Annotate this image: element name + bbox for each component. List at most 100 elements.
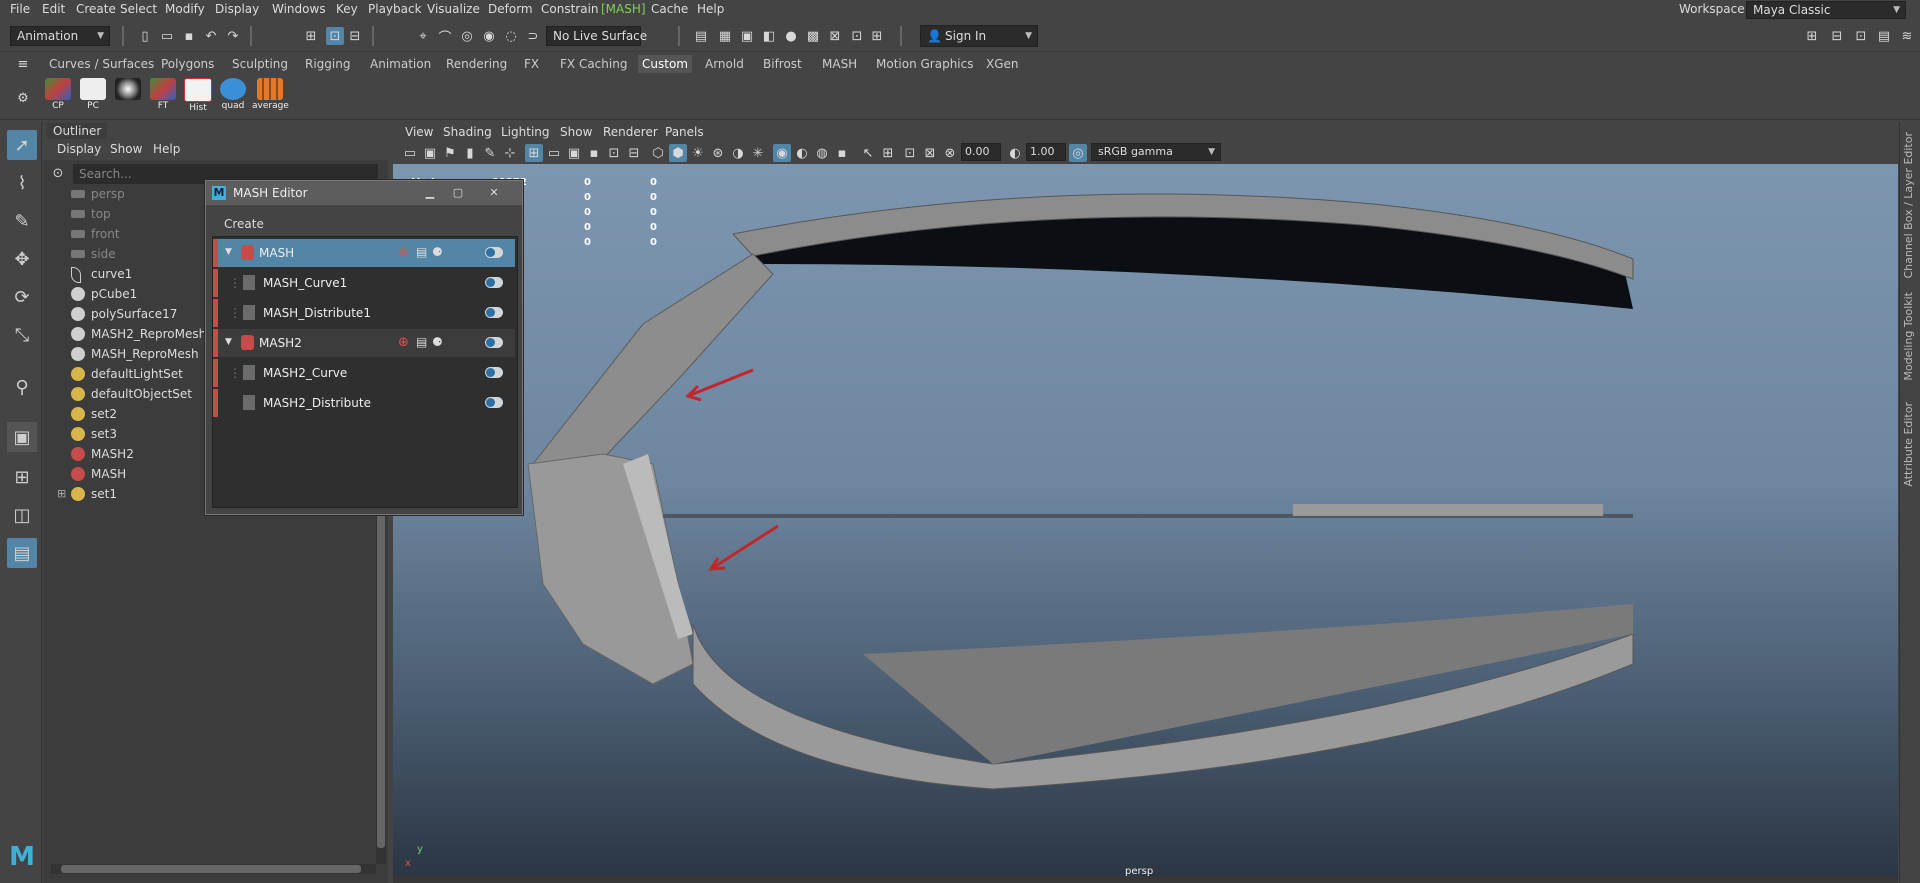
node-enable-toggle[interactable] [485,397,503,408]
exposure-field[interactable]: 0.00 [961,143,1001,161]
viewport-3d-scene[interactable]: Verts: 993720000000000 y x [393,164,1898,876]
textured-icon[interactable]: ⊛ [709,144,727,162]
scale-tool-icon[interactable]: ⤡ [7,320,37,350]
xray-icon[interactable]: ◉ [773,144,791,162]
snap-surface-icon[interactable]: ◌ [502,27,520,45]
xray-joints-icon[interactable]: ◍ [813,144,831,162]
menu-help[interactable]: Help [697,2,724,16]
shelf-tab-rigging[interactable]: Rigging [301,55,354,73]
wireframe-icon[interactable]: ⬡ [649,144,667,162]
outliner-toggle-icon[interactable]: ▤ [1875,27,1893,45]
drag-handle-icon[interactable]: ⋮ [229,366,241,380]
shelf-tab-sculpting[interactable]: Sculpting [228,55,292,73]
expand-arrow-icon[interactable]: ▼ [225,247,232,257]
shelf-button-cp[interactable]: CP [43,78,73,116]
mash-create-menu[interactable]: Create [224,217,264,231]
move-tool-icon[interactable]: ✥ [7,244,37,274]
tab-attribute-editor[interactable]: Attribute Editor [1902,402,1915,487]
camera-attributes-icon[interactable]: ▣ [421,144,439,162]
render-frame-icon[interactable]: ▦ [716,27,734,45]
shelf-menu-icon[interactable]: ≡ [14,55,32,73]
filter-icon[interactable]: ⊙ [49,164,67,182]
layout-split-icon[interactable]: ◫ [7,500,37,530]
node-enable-toggle[interactable] [485,277,503,288]
tab-modeling-toolkit[interactable]: Modeling Toolkit [1902,292,1915,381]
snap-point-icon[interactable]: ◎ [458,27,476,45]
input-ops-icon[interactable]: ▤ [692,27,710,45]
resolution-gate-icon[interactable]: ▣ [565,144,583,162]
mash-node-row[interactable]: MASH2_Distribute [213,389,515,417]
shelf-button-pc[interactable]: PC [78,78,108,116]
open-scene-icon[interactable]: ▭ [158,27,176,45]
lasso-tool-icon[interactable]: ⌇ [7,168,37,198]
viewport-menu-show[interactable]: Show [560,125,592,139]
outliner-menu-show[interactable]: Show [110,142,142,156]
snap-view-icon[interactable]: ◉ [480,27,498,45]
shelf-tab-curves-surfaces[interactable]: Curves / Surfaces [45,55,158,73]
add-node-icon[interactable]: ⊕ [398,335,409,350]
expand-icon[interactable]: ⊞ [57,484,66,504]
drag-handle-icon[interactable]: ⋮ [229,276,241,290]
layout-outliner-icon[interactable]: ▤ [7,538,37,568]
node-enable-toggle[interactable] [485,307,503,318]
mash-network-row[interactable]: ▼ MASH2 ⊕ ▤ ⚈ [213,329,515,357]
mash-network-row[interactable]: ▼ MASH ⊕ ▤ ⚈ [213,239,515,267]
sign-in-button[interactable]: 👤 Sign In ▼ [920,25,1038,47]
menu-file[interactable]: File [10,2,30,16]
ambient-occlusion-icon[interactable]: ✳ [749,144,767,162]
mash-node-row[interactable]: ⋮ MASH_Curve1 [213,269,515,297]
mash-enable-toggle[interactable] [485,337,503,348]
notes-icon[interactable]: ▤ [416,335,427,349]
menu-deform[interactable]: Deform [488,2,533,16]
layers-icon[interactable]: ≋ [1898,27,1916,45]
menuset-dropdown[interactable]: Animation ▼ [10,26,110,46]
select-hierarchy-icon[interactable]: ⊞ [302,27,320,45]
shelf-button-average[interactable]: average [252,78,289,116]
select-object-icon[interactable]: ⊡ [326,27,344,45]
outliner-menu-help[interactable]: Help [153,142,180,156]
add-node-icon[interactable]: ⊕ [398,245,409,260]
camera-icon[interactable]: ▭ [401,144,419,162]
isolate-select-icon[interactable]: ◐ [793,144,811,162]
live-surface-field[interactable]: No Live Surface [546,26,647,46]
gate-mask-icon[interactable]: ▪ [585,144,603,162]
menu-key[interactable]: Key [336,2,358,16]
outliner-menu-display[interactable]: Display [57,142,101,156]
shelf-tab-mash[interactable]: MASH [818,55,861,73]
close-icon[interactable]: ✕ [484,185,504,200]
gamma-icon[interactable]: ◐ [1006,144,1024,162]
shelf-tab-polygons[interactable]: Polygons [157,55,218,73]
viewport-menu-shading[interactable]: Shading [443,125,492,139]
snap-curve-icon[interactable]: ⌒ [436,27,454,46]
menu-select[interactable]: Select [120,2,157,16]
shadows-icon[interactable]: ◑ [729,144,747,162]
mash-enable-toggle[interactable] [485,247,503,258]
color-management-icon[interactable]: ◎ [1069,144,1087,162]
viewport-menu-view[interactable]: View [405,125,433,139]
render-settings-icon[interactable]: ◧ [760,27,778,45]
layout-single-icon[interactable]: ⊞ [1803,27,1821,45]
frame-all-icon[interactable]: ⊞ [879,144,897,162]
scrollbar-thumb[interactable] [61,865,361,873]
mash-node-row[interactable]: ⋮ MASH_Distribute1 [213,299,515,327]
menu-edit[interactable]: Edit [42,2,65,16]
notes-icon[interactable]: ▤ [416,245,427,259]
outliner-tab[interactable]: Outliner [47,123,108,139]
mash-node-row[interactable]: ⋮ MASH2_Curve [213,359,515,387]
shelf-tab-animation[interactable]: Animation [366,55,435,73]
smooth-shade-icon[interactable]: ⬢ [669,144,687,162]
field-chart-icon[interactable]: ⊡ [605,144,623,162]
horizontal-scrollbar[interactable] [51,864,376,874]
menu-playback[interactable]: Playback [368,2,422,16]
drag-handle-icon[interactable]: ⋮ [229,306,241,320]
menu-display[interactable]: Display [215,2,259,16]
lights-icon[interactable]: ☀ [689,144,707,162]
gamma-field[interactable]: 1.00 [1026,143,1066,161]
rotate-tool-icon[interactable]: ⟳ [7,282,37,312]
shelf-tab-fx[interactable]: FX [520,55,543,73]
shelf-button-sphere[interactable] [113,78,143,116]
menu-visualize[interactable]: Visualize [427,2,480,16]
expand-arrow-icon[interactable]: ▼ [225,337,232,347]
image-plane-icon[interactable]: ▮ [461,144,479,162]
snap-grid-icon[interactable]: ⌖ [414,27,432,45]
